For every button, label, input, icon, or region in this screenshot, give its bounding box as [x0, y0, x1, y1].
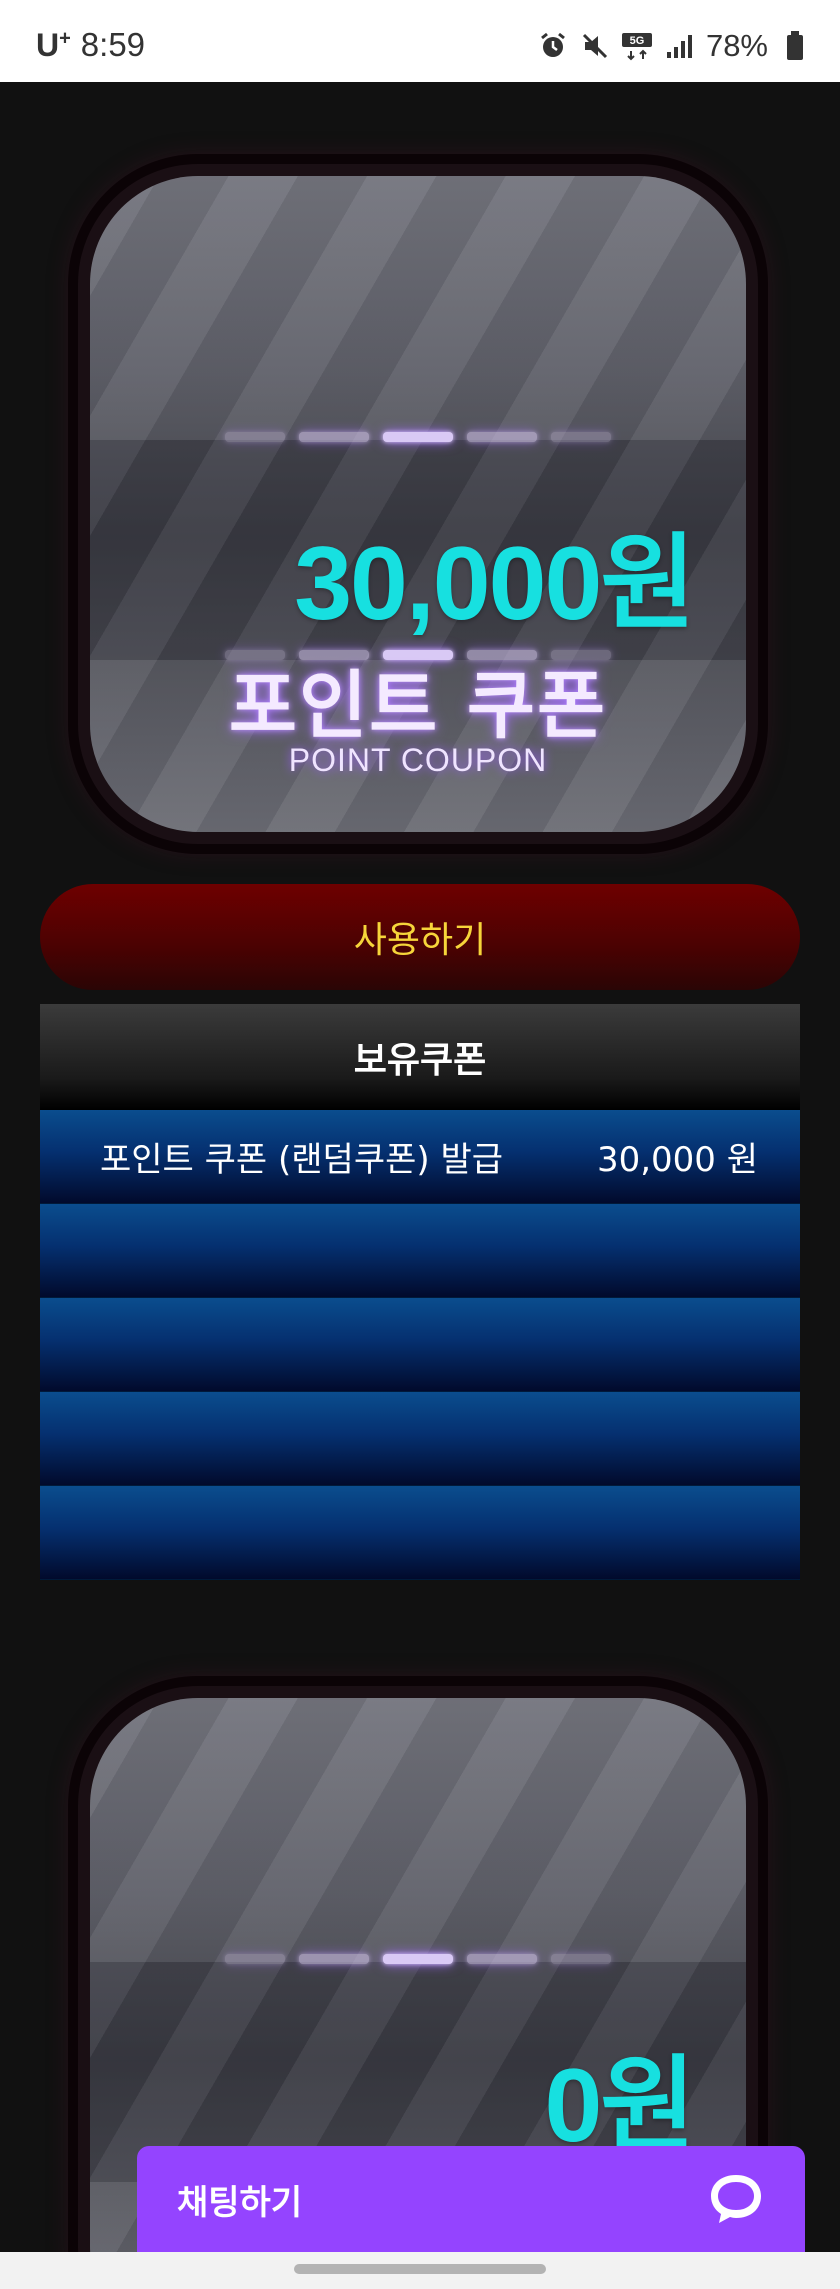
coupon-card-face: 30,000원 포인트 쿠폰 POINT COUPON	[90, 176, 746, 832]
status-bar: U+ 8:59 5G 78%	[0, 0, 840, 82]
home-handle[interactable]	[294, 2264, 546, 2274]
glow-dash	[225, 1954, 285, 1964]
glow-dash	[383, 432, 453, 442]
coupon-row	[40, 1392, 800, 1486]
carrier-sup: +	[59, 26, 71, 49]
coupon-card: 30,000원 포인트 쿠폰 POINT COUPON	[78, 164, 758, 844]
chat-label: 채팅하기	[177, 2182, 303, 2223]
status-time: 8:59	[80, 26, 146, 63]
chat-button[interactable]: 채팅하기	[137, 2146, 805, 2252]
coupon-row-amount: 30,000 원	[596, 1140, 758, 1180]
held-coupons-header: 보유쿠폰	[40, 1004, 800, 1110]
glow-dash-line-top	[90, 432, 746, 444]
status-right: 5G 78%	[538, 28, 810, 64]
battery-icon	[780, 31, 810, 61]
glow-dash	[299, 1954, 369, 1964]
glow-dash	[225, 432, 285, 442]
status-left: U+ 8:59	[36, 26, 145, 64]
glow-dash	[299, 432, 369, 442]
mute-icon	[580, 31, 610, 61]
glow-dash	[467, 1954, 537, 1964]
coupon-title: 포인트 쿠폰	[228, 663, 608, 749]
glow-dash	[551, 432, 611, 442]
coupon-subtitle: POINT COUPON	[288, 742, 548, 778]
coupon-row	[40, 1298, 800, 1392]
glow-dash	[467, 432, 537, 442]
alarm-icon	[538, 31, 568, 61]
carrier-label: U+	[36, 27, 71, 64]
signal-icon	[664, 31, 694, 61]
coupon-row[interactable]: 포인트 쿠폰 (랜덤쿠폰) 발급 30,000 원	[40, 1110, 800, 1204]
carrier-text: U	[36, 26, 60, 63]
5g-icon: 5G	[621, 31, 652, 61]
network-type: 5G	[630, 35, 645, 47]
coupon-row	[40, 1486, 800, 1580]
battery-percent: 78%	[705, 28, 768, 63]
use-coupon-button[interactable]: 사용하기	[40, 884, 800, 990]
held-coupons-list: 포인트 쿠폰 (랜덤쿠폰) 발급 30,000 원	[40, 1110, 800, 1580]
page-content: 30,000원 포인트 쿠폰 POINT COUPON 사용하기 보유쿠폰 포인…	[0, 82, 840, 2252]
glow-dash-line-top	[90, 1954, 746, 1966]
coupon-row-name: 포인트 쿠폰 (랜덤쿠폰) 발급	[100, 1140, 504, 1180]
chat-bubble-icon	[707, 2172, 765, 2226]
system-nav-bar	[0, 2252, 840, 2289]
coupon-row	[40, 1204, 800, 1298]
coupon-amount: 30,000원	[294, 526, 696, 642]
glow-dash	[551, 1954, 611, 1964]
glow-dash	[383, 1954, 453, 1964]
